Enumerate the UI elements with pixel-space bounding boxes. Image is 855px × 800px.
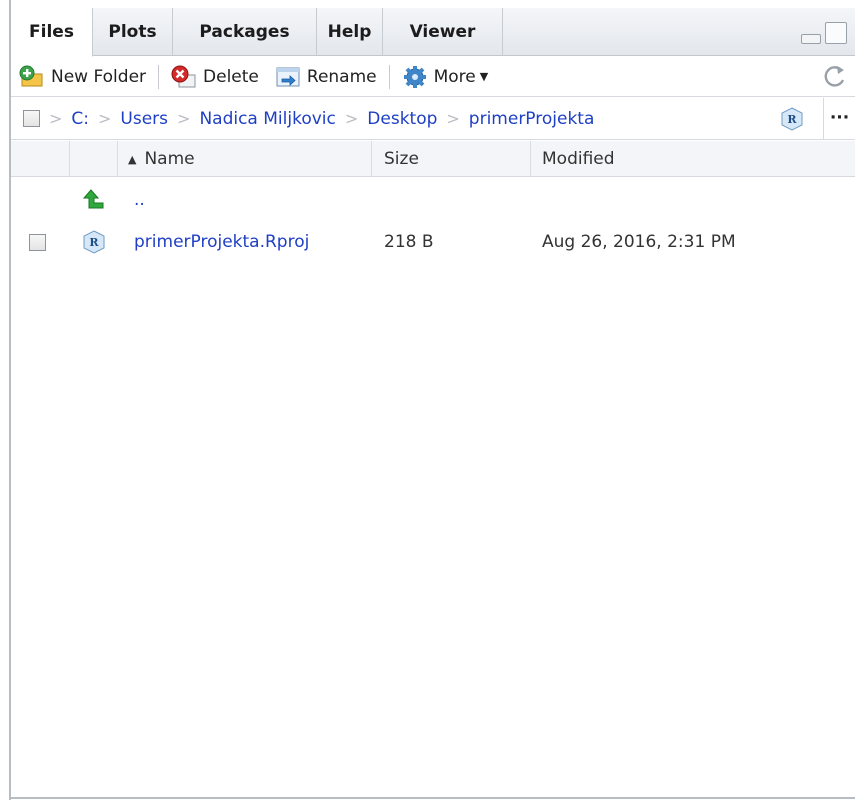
breadcrumb-actions: R ··· xyxy=(779,98,855,140)
file-size: 218 B xyxy=(384,232,434,252)
sort-ascending-icon: ▲ xyxy=(128,152,137,166)
row-checkbox[interactable] xyxy=(29,222,59,262)
breadcrumb-c-drive[interactable]: C: xyxy=(71,109,89,129)
go-to-project-icon[interactable]: R xyxy=(779,106,805,132)
rename-icon xyxy=(275,65,301,89)
file-modified: Aug 26, 2016, 2:31 PM xyxy=(542,232,736,252)
pane-border xyxy=(9,797,855,799)
breadcrumb-separator: > xyxy=(177,109,191,128)
new-folder-label: New Folder xyxy=(51,66,147,87)
window-controls xyxy=(801,22,847,44)
breadcrumb-desktop[interactable]: Desktop xyxy=(367,109,437,129)
parent-directory-link[interactable]: .. xyxy=(134,180,174,220)
gear-icon xyxy=(402,65,428,89)
header-size-label: Size xyxy=(384,149,419,169)
breadcrumb-project-folder[interactable]: primerProjekta xyxy=(469,109,595,129)
row-checkbox-box[interactable] xyxy=(29,233,46,251)
header-icon-column xyxy=(70,141,118,177)
tab-help[interactable]: Help xyxy=(317,8,383,56)
toolbar-separator xyxy=(388,64,390,89)
breadcrumb-separator: > xyxy=(49,109,63,128)
refresh-icon[interactable] xyxy=(821,62,849,90)
svg-text:R: R xyxy=(787,113,797,126)
select-all-checkbox[interactable] xyxy=(23,110,40,127)
header-name[interactable]: ▲ Name xyxy=(118,141,372,177)
files-toolbar: New Folder Delete Rename More ▼ xyxy=(11,57,855,97)
maximize-button[interactable] xyxy=(825,22,847,44)
breadcrumb-separator: > xyxy=(344,109,359,128)
minimize-button[interactable] xyxy=(801,34,821,44)
rename-button[interactable]: Rename xyxy=(267,57,385,97)
delete-button[interactable]: Delete xyxy=(163,57,267,97)
tab-label: Plots xyxy=(108,22,157,42)
tab-files[interactable]: Files xyxy=(11,8,93,57)
dropdown-caret-icon: ▼ xyxy=(479,70,489,83)
delete-label: Delete xyxy=(203,66,259,87)
new-folder-button[interactable]: New Folder xyxy=(11,57,154,97)
file-list-header: ▲ Name Size Modified xyxy=(11,141,855,177)
parent-directory-row[interactable]: .. xyxy=(11,180,855,220)
more-options-button[interactable]: ··· xyxy=(823,98,855,140)
rproj-icon: R xyxy=(81,222,111,262)
more-label: More xyxy=(433,66,476,87)
tab-packages[interactable]: Packages xyxy=(173,8,317,56)
table-row: R primerProjekta.Rproj 218 B Aug 26, 201… xyxy=(11,222,855,262)
up-arrow-icon xyxy=(81,180,111,220)
breadcrumb-separator: > xyxy=(446,109,460,128)
toolbar-separator xyxy=(158,64,160,89)
breadcrumb-separator: > xyxy=(98,109,112,128)
rename-label: Rename xyxy=(306,66,377,87)
tab-viewer[interactable]: Viewer xyxy=(383,8,503,56)
breadcrumb-users[interactable]: Users xyxy=(120,109,168,129)
tab-label: Help xyxy=(327,22,372,42)
tab-plots[interactable]: Plots xyxy=(93,8,173,56)
tab-label: Viewer xyxy=(409,22,476,42)
new-folder-icon xyxy=(19,65,45,89)
breadcrumb-user-folder[interactable]: Nadica Miljkovic xyxy=(199,109,335,129)
tab-label: Packages xyxy=(199,22,290,42)
header-name-label: Name xyxy=(144,149,195,169)
header-modified-label: Modified xyxy=(542,149,615,169)
header-checkbox-column xyxy=(11,141,70,177)
header-modified[interactable]: Modified xyxy=(531,141,855,177)
delete-icon xyxy=(171,65,197,89)
header-size[interactable]: Size xyxy=(372,141,531,177)
breadcrumb: > C: > Users > Nadica Miljkovic > Deskto… xyxy=(11,98,855,140)
tab-label: Files xyxy=(29,22,74,42)
file-name-link[interactable]: primerProjekta.Rproj xyxy=(134,222,374,262)
svg-text:R: R xyxy=(89,236,99,249)
more-button[interactable]: More ▼ xyxy=(394,57,497,97)
tab-bar: Files Plots Packages Help Viewer xyxy=(11,8,855,57)
